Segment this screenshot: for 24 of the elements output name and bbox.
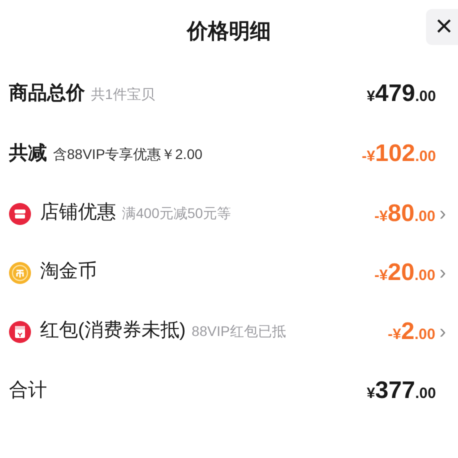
chevron-icon[interactable]: › (439, 262, 446, 282)
amount-text: -¥2.00 (388, 316, 436, 346)
close-button[interactable]: × (426, 9, 458, 45)
amount-text: -¥80.00 (374, 198, 436, 228)
row-label: 店铺优惠 (40, 201, 116, 226)
row-label: 淘金币 (40, 260, 97, 284)
chevron-icon[interactable]: › (439, 204, 446, 224)
row-note: 满400元减50元等 (122, 204, 231, 223)
amount-text: -¥102.00 (362, 139, 436, 169)
row-note: 88VIP红包已抵 (192, 322, 286, 341)
row-label: 商品总价 (9, 82, 85, 106)
store-icon (9, 202, 31, 224)
amount-text: ¥479.00 (366, 79, 436, 109)
coin-icon (9, 262, 31, 284)
row-label: 红包(消费券未抵) (40, 319, 186, 344)
chevron-icon[interactable]: › (439, 322, 446, 342)
row-note: 含88VIP专享优惠￥2.00 (53, 144, 202, 164)
row-note: 共1件宝贝 (91, 84, 155, 104)
amount-text: -¥20.00 (374, 258, 436, 288)
row-label: 合计 (9, 378, 47, 403)
amount-text: ¥377.00 (366, 376, 436, 406)
row-label: 共减 (9, 142, 47, 166)
envelope-icon (9, 320, 31, 342)
sheet-title: 价格明细 (187, 19, 271, 46)
